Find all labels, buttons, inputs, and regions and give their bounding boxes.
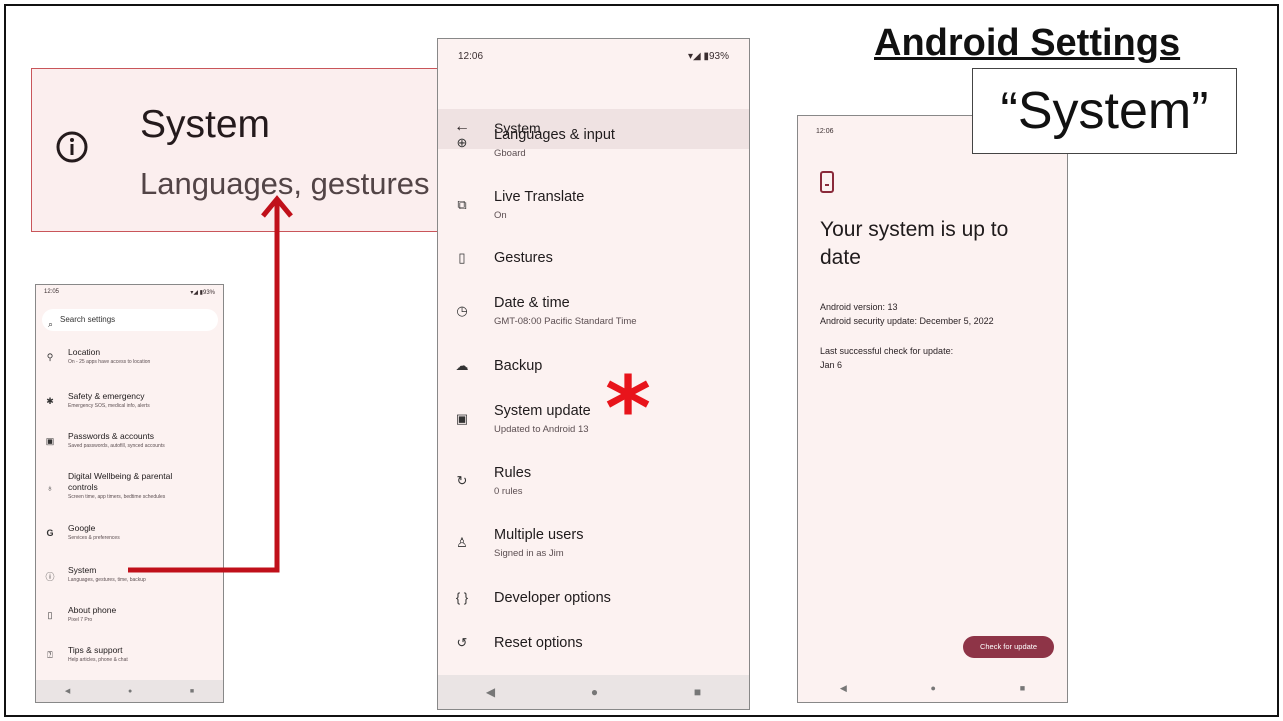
info-icon: ⓘ [45, 572, 55, 582]
last-check-label: Last successful check for update: [820, 346, 954, 356]
home-icon[interactable]: ● [931, 683, 936, 693]
status-time: 12:05 [44, 289, 60, 295]
help-icon: ⍰ [47, 650, 53, 660]
status-icons: ▾◢ ▮93% [190, 290, 215, 296]
recents-icon[interactable]: ■ [1020, 683, 1025, 693]
search-input[interactable]: ⌕ Search settings [42, 309, 218, 331]
back-arrow-icon[interactable]: ← [454, 118, 470, 136]
check-for-update-button[interactable]: Check for update [963, 636, 1054, 658]
nav-bar: ◀ ● ■ [438, 675, 749, 709]
search-icon: ⌕ [48, 319, 54, 329]
wellbeing-icon: ♁ [46, 483, 54, 493]
system-phone: 12:06 ▾◢ ▮93% ← System ⊕ Languages & inp… [437, 38, 750, 710]
info-icon [56, 131, 88, 163]
update-phone: 12:06 Your system is up to date Android … [797, 115, 1068, 703]
status-icons: ▾◢ ▮93% [687, 51, 729, 62]
system-update-icon: ▣ [455, 411, 469, 426]
system-label: “System” [972, 68, 1237, 154]
phone-icon: ▯ [47, 610, 53, 620]
translate-icon: ⧉ [457, 197, 467, 212]
globe-icon: ⊕ [456, 135, 468, 150]
status-bar: 12:05 ▾◢ ▮93% [36, 285, 223, 299]
cloud-upload-icon: ☁ [455, 358, 469, 373]
last-check-date: Jan 6 [820, 360, 843, 370]
recents-icon[interactable]: ■ [694, 685, 701, 699]
search-placeholder: Search settings [60, 315, 116, 324]
update-heading: Your system is up to date [820, 218, 1009, 269]
back-icon[interactable]: ◀ [486, 685, 495, 699]
braces-icon: { } [455, 590, 469, 605]
location-icon: ⚲ [46, 352, 54, 362]
back-icon[interactable]: ◀ [840, 683, 847, 694]
status-bar: 12:06 ▾◢ ▮93% [438, 39, 749, 73]
zoomed-subtitle: Languages, gestures [140, 166, 430, 201]
asterisk-icon: ✱ [46, 396, 54, 406]
home-icon[interactable]: ● [128, 688, 132, 695]
clock-icon: ◷ [456, 303, 468, 318]
security-update: Android security update: December 5, 202… [820, 316, 994, 326]
home-icon[interactable]: ● [591, 685, 598, 699]
slide-title: Android Settings [874, 22, 1181, 64]
back-icon[interactable]: ◀ [65, 687, 70, 695]
google-icon: G [46, 528, 54, 538]
android-version: Android version: 13 [820, 302, 898, 312]
status-time: 12:06 [458, 51, 484, 62]
settings-phone: 12:05 ▾◢ ▮93% ⌕ Search settings ⚲ Locati… [35, 284, 224, 703]
nav-bar: ◀ ● ■ [798, 674, 1067, 702]
reset-icon: ↺ [456, 635, 468, 650]
gestures-icon: ▯ [458, 250, 466, 265]
users-icon: ♙ [456, 535, 468, 550]
status-time: 12:06 [816, 128, 834, 135]
rules-icon: ↻ [456, 473, 468, 488]
recents-icon[interactable]: ■ [190, 688, 194, 695]
zoomed-system-item: System Languages, gestures [31, 68, 453, 232]
id-card-icon: ▣ [45, 436, 55, 446]
system-update-icon [820, 171, 834, 193]
zoomed-title: System [140, 103, 271, 146]
highlight-asterisk-icon: * [605, 357, 652, 460]
nav-bar: ◀ ● ■ [36, 680, 223, 702]
